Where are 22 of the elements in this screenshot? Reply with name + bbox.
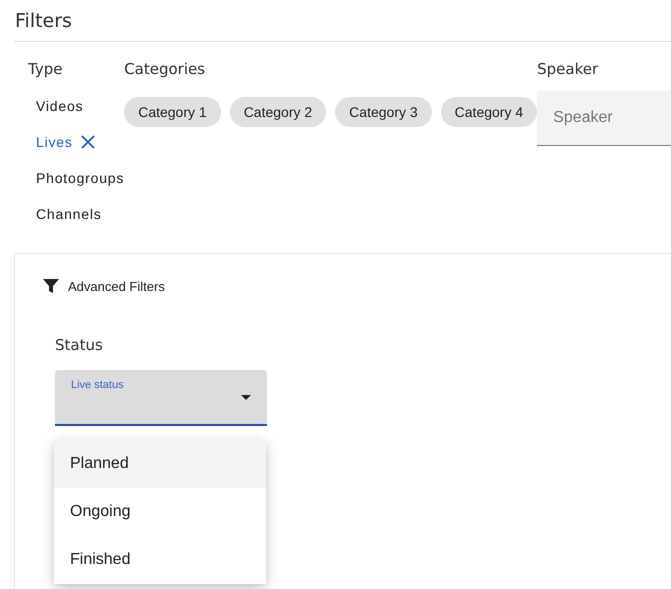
status-option[interactable]: Planned [54, 440, 266, 488]
speaker-heading: Speaker [537, 60, 600, 80]
filter-icon [43, 278, 59, 294]
live-status-select[interactable]: Live status [55, 370, 267, 426]
category-chip[interactable]: Category 3 [335, 97, 432, 127]
close-icon[interactable] [80, 135, 95, 149]
status-option[interactable]: Ongoing [54, 488, 266, 536]
speaker-field[interactable]: Speaker [537, 91, 671, 146]
categories-heading: Categories [124, 60, 206, 80]
caret-icon [241, 395, 251, 400]
type-heading: Type [28, 60, 64, 80]
type-option[interactable]: Lives [28, 124, 124, 160]
category-chip[interactable]: Category 4 [440, 97, 538, 127]
type-option[interactable]: Videos [28, 88, 124, 124]
page-title: Filters [14, 9, 73, 34]
status-heading: Status [55, 336, 104, 354]
status-option[interactable]: Finished [54, 536, 266, 584]
category-chip[interactable]: Category 1 [124, 97, 221, 127]
advanced-filters-heading: Advanced Filters [68, 278, 165, 294]
category-chip[interactable]: Category 2 [230, 97, 326, 127]
type-option[interactable]: Photogroups [28, 160, 124, 196]
type-option[interactable]: Channels [28, 196, 124, 232]
